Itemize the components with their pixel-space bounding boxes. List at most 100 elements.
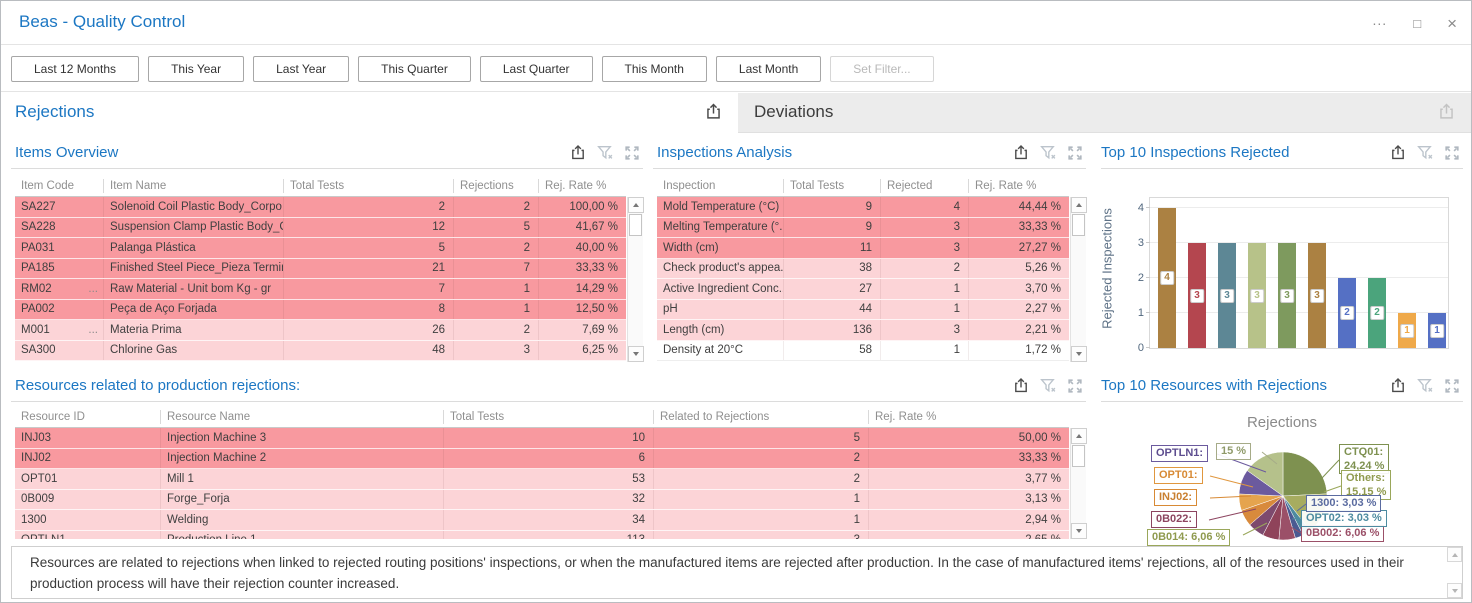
inspections-analysis-panel: Inspections Analysis InspectionTotal Tes… [653, 141, 1086, 365]
tab-deviations[interactable]: Deviations [738, 93, 1472, 133]
table-body: Mold Temperature (°C)9444,44 %Melting Te… [657, 197, 1069, 362]
table-row[interactable]: RM02...Raw Material - Unit bom Kg - gr71… [15, 279, 626, 300]
table-cell: 3 [453, 341, 538, 361]
clear-filter-icon[interactable] [597, 145, 614, 160]
scroll-down-button[interactable] [1071, 346, 1087, 362]
scroll-thumb[interactable] [1072, 445, 1085, 467]
tab-rejections-label: Rejections [15, 102, 94, 122]
column-header[interactable]: Item Code [15, 179, 103, 193]
table-row[interactable]: Melting Temperature (°...9333,33 % [657, 218, 1069, 239]
table-cell: 1,72 % [968, 341, 1069, 361]
table-row[interactable]: Length (cm)13632,21 % [657, 320, 1069, 341]
column-header[interactable]: Resource ID [15, 410, 160, 424]
filter-button-last-quarter[interactable]: Last Quarter [480, 56, 593, 82]
vertical-scrollbar[interactable] [1447, 547, 1462, 598]
column-header[interactable]: Rejections [453, 179, 538, 193]
vertical-scrollbar[interactable] [1070, 428, 1086, 539]
export-icon[interactable] [1013, 144, 1029, 161]
table-row[interactable]: PA031Palanga Plástica5240,00 % [15, 238, 626, 259]
expand-icon[interactable] [625, 146, 639, 160]
table-cell: Peça de Aço Forjada [103, 300, 283, 320]
tab-bar: Rejections Deviations [1, 93, 1471, 133]
table-row[interactable]: Check product's appea...3825,26 % [657, 259, 1069, 280]
clear-filter-icon[interactable] [1040, 378, 1057, 393]
tab-rejections[interactable]: Rejections [1, 93, 738, 133]
table-row[interactable]: OPTLN1Production Line 111332,65 % [15, 531, 1069, 540]
table-row[interactable]: INJ02Injection Machine 26233,33 % [15, 449, 1069, 470]
table-row[interactable]: PA002Peça de Aço Forjada8112,50 % [15, 300, 626, 321]
export-icon[interactable] [1438, 102, 1455, 121]
expand-icon[interactable] [1068, 379, 1082, 393]
table-row[interactable]: Density at 20°C5811,72 % [657, 341, 1069, 362]
pie-label-ob014: 0B014: 6,06 % [1147, 529, 1230, 546]
table-row[interactable]: SA228Suspension Clamp Plastic Body_Cue..… [15, 218, 626, 239]
scroll-down-button[interactable] [1071, 523, 1087, 539]
more-options-button[interactable]: ... [1373, 13, 1388, 27]
table-cell: 41,67 % [538, 218, 626, 238]
scroll-down-button[interactable] [1447, 583, 1462, 598]
column-header[interactable]: Rej. Rate % [968, 179, 1069, 193]
column-header[interactable]: Total Tests [283, 179, 453, 193]
bar-value-label: 3 [1310, 289, 1324, 303]
table-cell: 6 [443, 449, 653, 469]
expand-icon[interactable] [1068, 146, 1082, 160]
column-header[interactable]: Rej. Rate % [868, 410, 1069, 424]
table-row[interactable]: Active Ingredient Conc...2713,70 % [657, 279, 1069, 300]
app-window: Beas - Quality Control ... □ × Last 12 M… [0, 0, 1472, 603]
pie-slice-ctq01[interactable] [1283, 452, 1327, 496]
table-cell: 3 [880, 218, 968, 238]
table-row[interactable]: 0B009Forge_Forja3213,13 % [15, 490, 1069, 511]
scroll-up-button[interactable] [628, 197, 644, 213]
table-row[interactable]: Mold Temperature (°C)9444,44 % [657, 197, 1069, 218]
column-header[interactable]: Total Tests [783, 179, 880, 193]
scroll-up-button[interactable] [1071, 428, 1087, 444]
column-header[interactable]: Rejected [880, 179, 968, 193]
column-header[interactable]: Item Name [103, 179, 283, 193]
filter-button-last-month[interactable]: Last Month [716, 56, 821, 82]
table-cell: 1 [880, 279, 968, 299]
filter-button-last-year[interactable]: Last Year [253, 56, 349, 82]
table-row[interactable]: SA227Solenoid Coil Plastic Body_Corpo Pl… [15, 197, 626, 218]
table-row[interactable]: INJ03Injection Machine 310550,00 % [15, 428, 1069, 449]
column-header[interactable]: Resource Name [160, 410, 443, 424]
table-row[interactable]: PA185Finished Steel Piece_Pieza Terminad… [15, 259, 626, 280]
maximize-button[interactable]: □ [1413, 17, 1421, 30]
clear-filter-icon[interactable] [1040, 145, 1057, 160]
table-cell: Finished Steel Piece_Pieza Terminad... [103, 259, 283, 279]
filter-button-last-12-months[interactable]: Last 12 Months [11, 56, 139, 82]
column-header[interactable]: Related to Rejections [653, 410, 868, 424]
close-button[interactable]: × [1447, 15, 1457, 32]
table-row[interactable]: Width (cm)11327,27 % [657, 238, 1069, 259]
scroll-up-button[interactable] [1447, 547, 1462, 562]
vertical-scrollbar[interactable] [1070, 197, 1086, 362]
table-cell: 12 [283, 218, 453, 238]
filter-button-this-quarter[interactable]: This Quarter [358, 56, 471, 82]
export-icon[interactable] [705, 102, 722, 121]
scroll-down-button[interactable] [628, 346, 644, 362]
table-cell: 3 [653, 531, 868, 540]
export-icon[interactable] [1013, 377, 1029, 394]
scroll-up-button[interactable] [1071, 197, 1087, 213]
table-cell: Mold Temperature (°C) [657, 197, 783, 217]
table-row[interactable]: 1300Welding3412,94 % [15, 510, 1069, 531]
column-header[interactable]: Rej. Rate % [538, 179, 626, 193]
set-filter-button[interactable]: Set Filter... [830, 56, 933, 82]
filter-button-this-month[interactable]: This Month [602, 56, 707, 82]
scroll-thumb[interactable] [629, 214, 642, 236]
vertical-scrollbar[interactable] [627, 197, 643, 362]
items-overview-table: Item CodeItem NameTotal TestsRejectionsR… [15, 175, 643, 362]
table-row[interactable]: OPT01Mill 15323,77 % [15, 469, 1069, 490]
panel-actions [1013, 377, 1082, 394]
scroll-thumb[interactable] [1072, 214, 1085, 236]
expand-icon[interactable] [1445, 146, 1459, 160]
table-row[interactable]: pH4412,27 % [657, 300, 1069, 321]
export-icon[interactable] [570, 144, 586, 161]
column-header[interactable]: Total Tests [443, 410, 653, 424]
clear-filter-icon[interactable] [1417, 145, 1434, 160]
column-header[interactable]: Inspection [657, 179, 783, 193]
table-row[interactable]: SA300Chlorine Gas4836,25 % [15, 341, 626, 362]
export-icon[interactable] [1390, 144, 1406, 161]
filter-button-this-year[interactable]: This Year [148, 56, 244, 82]
table-row[interactable]: M001...Materia Prima2627,69 % [15, 320, 626, 341]
pie-label-inj02: INJ02: [1154, 489, 1197, 506]
